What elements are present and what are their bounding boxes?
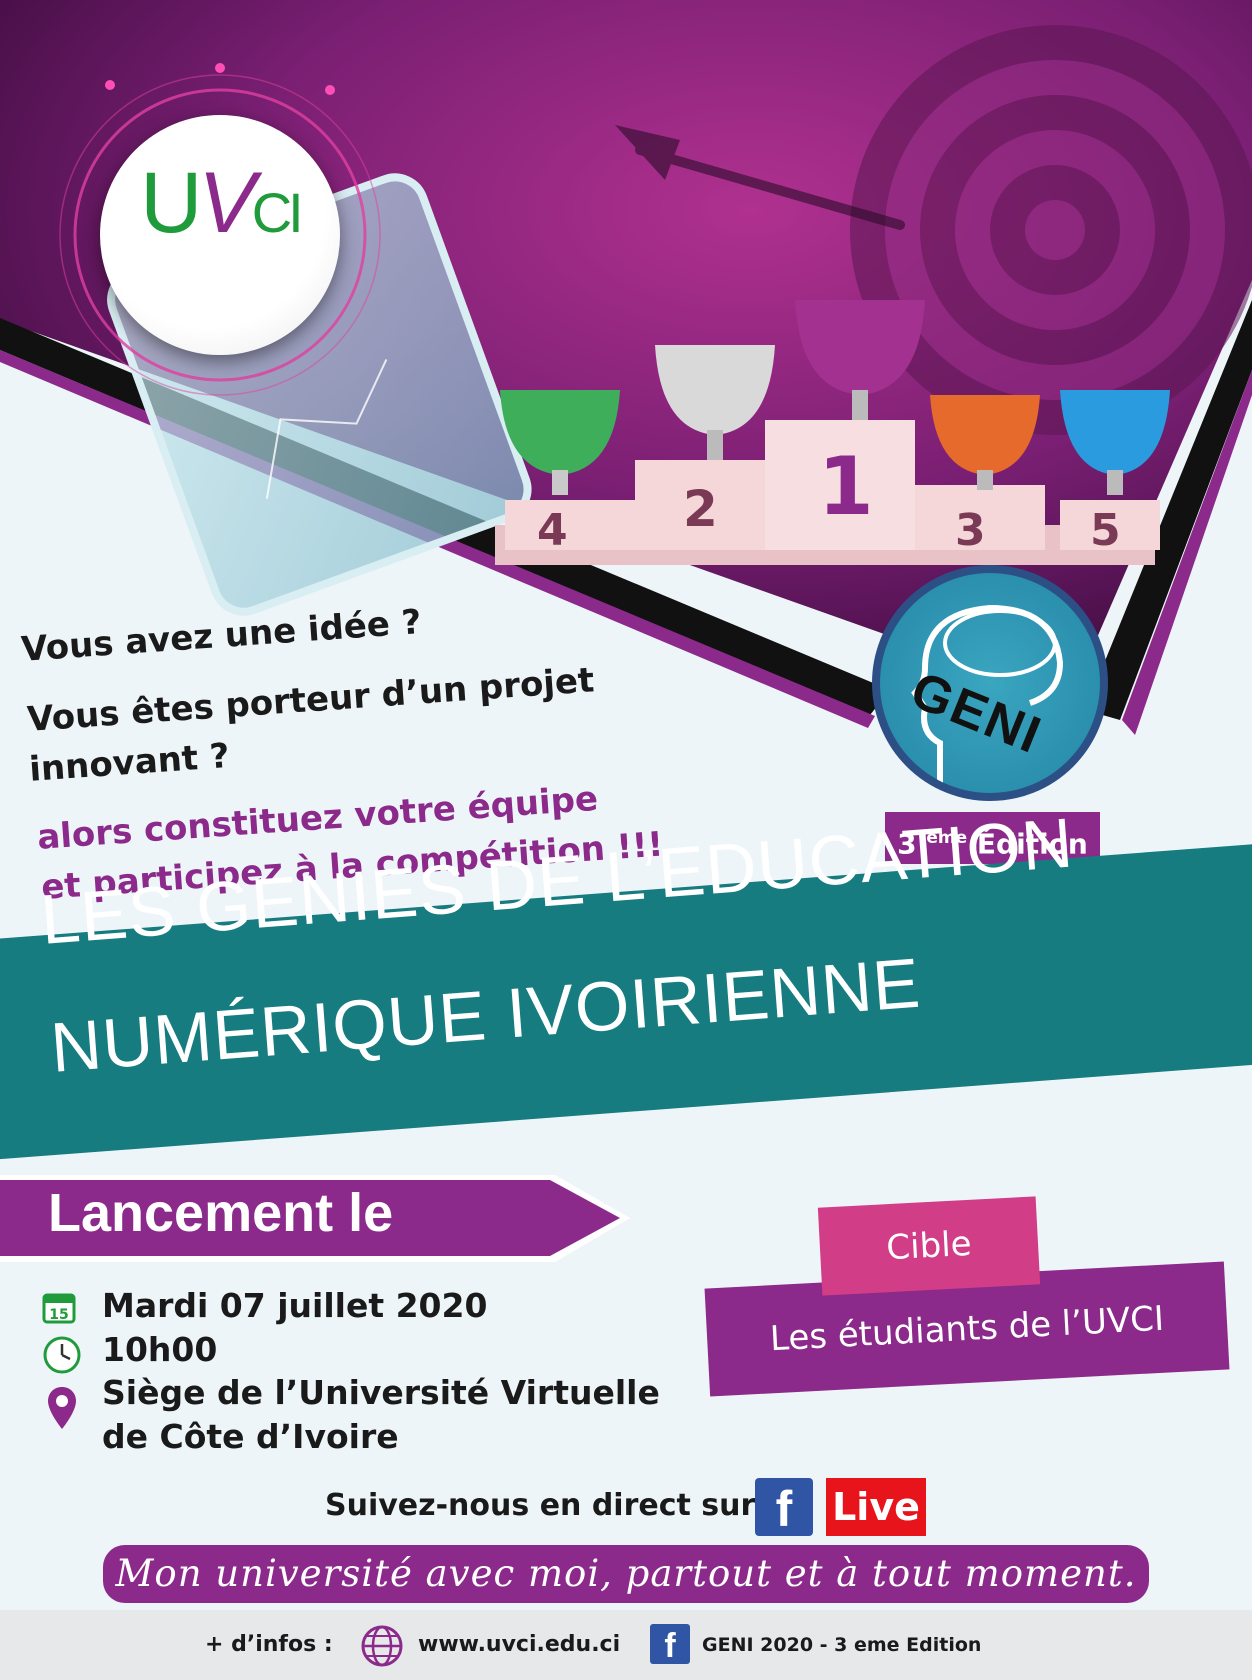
uvci-logo: UVCI — [140, 155, 303, 251]
footer-website[interactable]: www.uvci.edu.ci — [418, 1632, 620, 1657]
globe-icon — [360, 1624, 404, 1672]
podium-number: 4 — [537, 505, 568, 556]
live-badge[interactable]: Live — [826, 1478, 926, 1536]
dart-target-icon — [850, 25, 1252, 435]
podium-number: 1 — [818, 440, 874, 533]
footer-fb-page[interactable]: GENI 2020 - 3 eme Edition — [702, 1634, 981, 1656]
podium-number: 5 — [1090, 505, 1121, 556]
footer-infos: + d’infos : — [205, 1632, 333, 1657]
location-pin-icon — [46, 1385, 78, 1435]
footer — [0, 1610, 1252, 1680]
facebook-icon[interactable]: f — [755, 1478, 813, 1537]
podium-number: 2 — [683, 480, 718, 538]
podium-number: 3 — [955, 505, 986, 556]
event-time: 10h00 — [102, 1330, 218, 1369]
brain-head-icon — [911, 604, 1064, 783]
slogan: Mon université avec moi, partout et à to… — [103, 1545, 1149, 1603]
follow-text: Suivez-nous en direct sur — [325, 1488, 756, 1523]
event-date: Mardi 07 juillet 2020 — [102, 1286, 488, 1325]
launch-label: Lancement le — [48, 1183, 394, 1243]
svg-text:15: 15 — [49, 1307, 68, 1323]
event-place-line1: Siège de l’Université Virtuelle — [102, 1373, 660, 1412]
event-place-line2: de Côte d’Ivoire — [102, 1417, 399, 1456]
geni-logo — [872, 565, 1108, 801]
footer-facebook-icon[interactable]: f — [650, 1624, 690, 1665]
clock-icon — [42, 1335, 82, 1379]
calendar-icon: 15 — [42, 1290, 76, 1328]
target-label-box: Cible — [817, 1196, 1041, 1296]
